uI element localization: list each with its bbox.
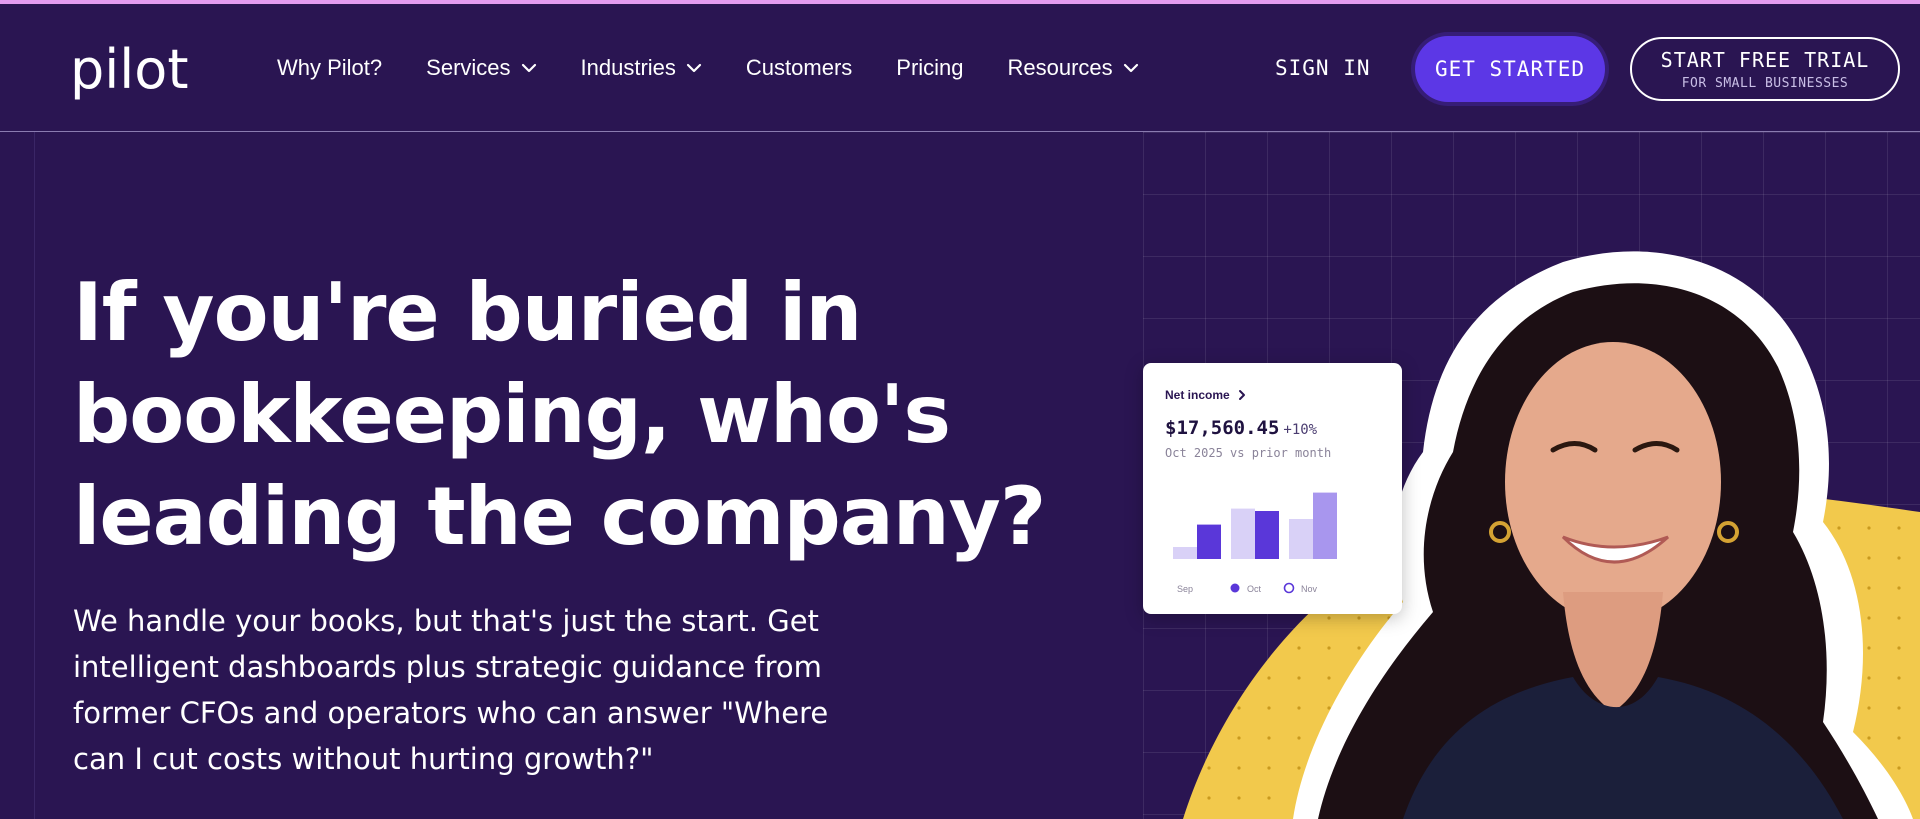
net-income-value: $17,560.45 +10% — [1165, 417, 1317, 439]
trial-button-sublabel: FOR SMALL BUSINESSES — [1681, 75, 1849, 91]
trial-button-label: START FREE TRIAL — [1660, 47, 1870, 72]
legend-label: Sep — [1177, 584, 1193, 594]
hero-subcopy: We handle your books, but that's just th… — [73, 604, 829, 776]
net-income-bar-chart: Sep Oct Nov — [1173, 492, 1337, 594]
chart-bar — [1313, 492, 1337, 559]
legend-marker — [1230, 583, 1240, 593]
sign-in-link[interactable]: SIGN IN — [1275, 56, 1371, 80]
nav-item-pricing[interactable]: Pricing — [896, 55, 963, 81]
legend-label: Nov — [1301, 584, 1318, 594]
chevron-right-icon — [1238, 390, 1245, 400]
nav-item-label: Pricing — [896, 55, 964, 80]
net-income-delta: +10% — [1283, 422, 1318, 438]
chevron-down-icon — [1123, 63, 1138, 73]
nav-item-label: Industries — [580, 55, 676, 80]
left-divider — [34, 132, 35, 819]
legend-marker — [1283, 582, 1295, 594]
get-started-button[interactable]: GET STARTED — [1415, 36, 1605, 102]
nav-item-label: Resources — [1007, 55, 1113, 80]
net-income-amount: $17,560.45 — [1165, 417, 1280, 439]
chart-bar — [1173, 547, 1197, 559]
top-navigation: pilot Why Pilot? Services Industries Cus… — [0, 4, 1920, 132]
chevron-down-icon — [521, 63, 536, 73]
nav-links: Why Pilot? Services Industries Customers… — [277, 4, 1183, 132]
start-free-trial-button[interactable]: START FREE TRIAL FOR SMALL BUSINESSES — [1630, 37, 1900, 101]
chart-bar — [1197, 524, 1221, 559]
net-income-card[interactable]: Net income $17,560.45 +10% Oct 2025 vs pr… — [1143, 363, 1402, 614]
nav-item-customers[interactable]: Customers — [746, 55, 852, 81]
nav-item-label: Customers — [745, 55, 853, 80]
nav-item-services[interactable]: Services — [426, 55, 536, 81]
nav-item-industries[interactable]: Industries — [581, 55, 702, 81]
legend-label: Oct — [1247, 584, 1262, 594]
hero-headline: If you're buried in bookkeeping, who's l… — [73, 266, 1046, 563]
chart-bar — [1231, 508, 1255, 559]
nav-item-label: Services — [426, 55, 511, 80]
face-shape — [1505, 342, 1721, 622]
comparison-period: Oct 2025 vs prior month — [1165, 446, 1332, 460]
chart-bar — [1289, 519, 1313, 559]
chart-bar — [1255, 511, 1279, 559]
nav-item-label: Why Pilot? — [277, 55, 383, 80]
nav-item-why-pilot[interactable]: Why Pilot? — [277, 55, 382, 81]
chevron-down-icon — [686, 63, 702, 73]
pilot-logo[interactable]: pilot — [70, 38, 189, 101]
nav-item-resources[interactable]: Resources — [1008, 55, 1139, 81]
card-title-row[interactable]: Net income — [1165, 388, 1246, 402]
card-title: Net income — [1165, 388, 1230, 402]
